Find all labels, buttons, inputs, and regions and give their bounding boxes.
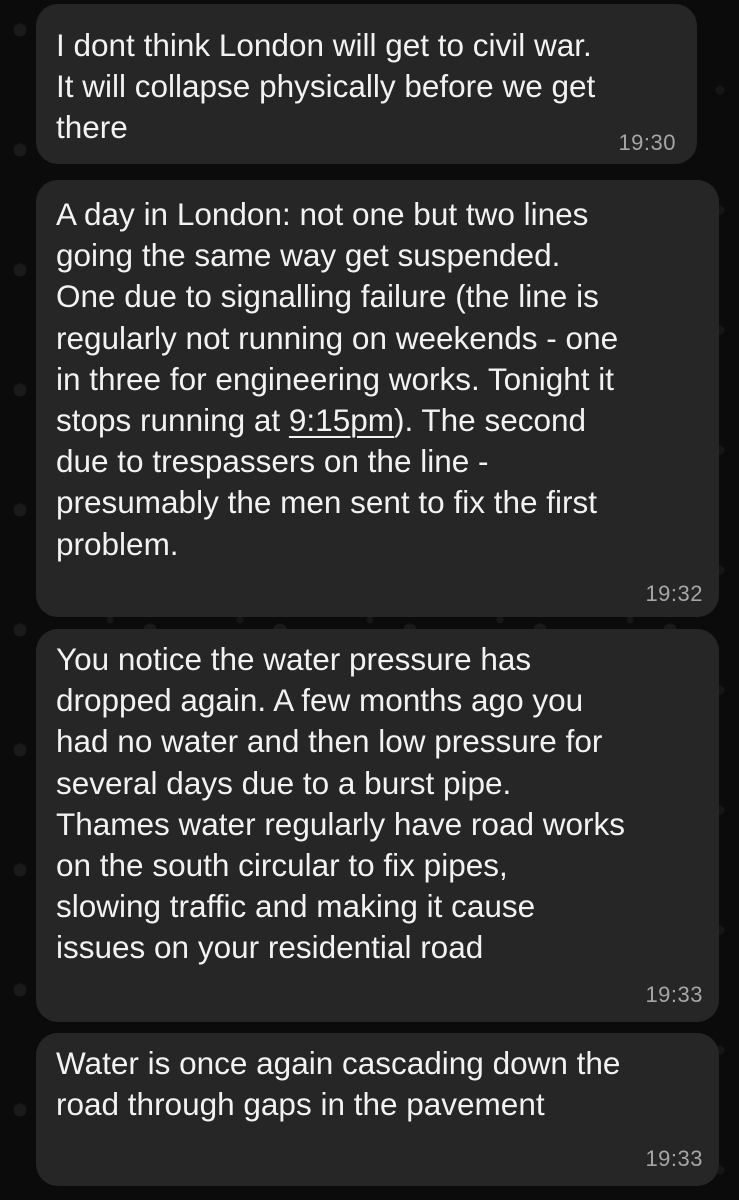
message-text: I dont think London will get to civil wa… bbox=[56, 27, 596, 146]
message-bubble[interactable]: Water is once again cascading down the r… bbox=[36, 1033, 719, 1186]
message-bubble[interactable]: A day in London: not one but two lines g… bbox=[36, 180, 719, 617]
message-timestamp: 19:33 bbox=[645, 1146, 703, 1171]
time-link[interactable]: 9:15pm bbox=[289, 402, 394, 438]
message-timestamp: 19:32 bbox=[645, 581, 703, 606]
message-text: Water is once again cascading down the r… bbox=[56, 1045, 621, 1123]
message-timestamp: 19:30 bbox=[618, 130, 676, 155]
message-bubble[interactable]: You notice the water pressure has droppe… bbox=[36, 629, 719, 1022]
message-text: A day in London: not one but two lines g… bbox=[56, 194, 618, 565]
chat-thread[interactable]: I dont think London will get to civil wa… bbox=[0, 0, 739, 1200]
message-bubble[interactable]: I dont think London will get to civil wa… bbox=[36, 4, 697, 164]
message-timestamp: 19:33 bbox=[645, 982, 703, 1007]
message-text: You notice the water pressure has droppe… bbox=[56, 641, 625, 966]
